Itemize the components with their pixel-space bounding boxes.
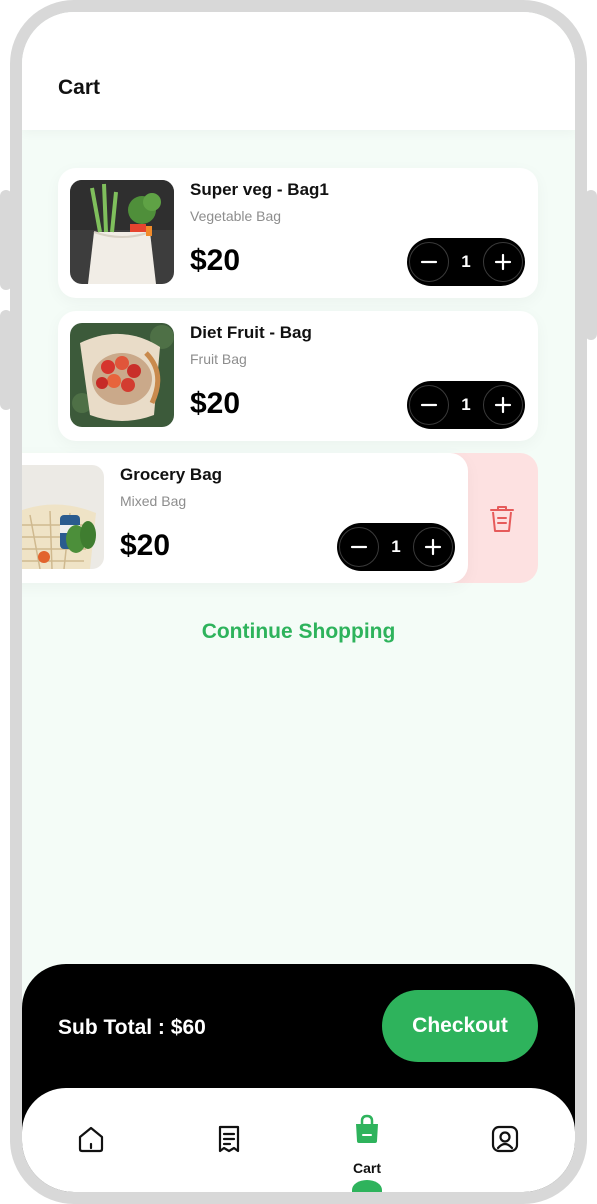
app-header: Cart xyxy=(22,12,575,130)
plus-icon xyxy=(424,538,442,556)
quantity-value: 1 xyxy=(461,395,471,414)
item-subtitle: Fruit Bag xyxy=(190,351,247,367)
continue-shopping-link[interactable]: Continue Shopping xyxy=(22,620,575,644)
increase-quantity-button[interactable] xyxy=(483,385,523,425)
plus-icon xyxy=(494,396,512,414)
minus-icon xyxy=(420,403,438,407)
nav-item-profile[interactable] xyxy=(436,1088,574,1192)
checkout-button[interactable]: Checkout xyxy=(382,990,538,1062)
trash-icon[interactable] xyxy=(488,504,516,534)
decrease-quantity-button[interactable] xyxy=(339,527,379,567)
grocery-bag-image xyxy=(22,465,104,569)
item-name: Diet Fruit - Bag xyxy=(190,323,312,342)
cart-item-card[interactable]: Diet Fruit - Bag Fruit Bag $20 1 xyxy=(58,311,538,441)
quantity-value: 1 xyxy=(391,537,401,556)
app-screen: Cart Super veg - Bag1 Vegetable Bag $20 xyxy=(22,12,575,1192)
item-name: Super veg - Bag1 xyxy=(190,180,329,199)
item-price: $20 xyxy=(190,244,241,277)
quantity-stepper[interactable]: 1 xyxy=(407,238,525,286)
cart-item-card[interactable]: Grocery Bag Mixed Bag $20 1 xyxy=(22,453,468,583)
cart-item-card[interactable]: Super veg - Bag1 Vegetable Bag $20 1 xyxy=(58,168,538,298)
minus-icon xyxy=(420,260,438,264)
increase-quantity-button[interactable] xyxy=(483,242,523,282)
decrease-quantity-button[interactable] xyxy=(409,385,449,425)
item-price: $20 xyxy=(120,529,171,562)
fruit-bag-image xyxy=(70,323,174,427)
shopping-bag-icon xyxy=(356,1114,378,1143)
vegetable-bag-image xyxy=(70,180,174,284)
page-title: Cart xyxy=(58,76,101,99)
quantity-value: 1 xyxy=(461,252,471,271)
item-price: $20 xyxy=(190,387,241,420)
plus-icon xyxy=(494,253,512,271)
minus-icon xyxy=(350,545,368,549)
item-name: Grocery Bag xyxy=(120,465,223,484)
nav-item-orders[interactable] xyxy=(160,1088,298,1192)
quantity-stepper[interactable]: 1 xyxy=(337,523,455,571)
bottom-navigation: Cart xyxy=(22,1088,575,1192)
quantity-stepper[interactable]: 1 xyxy=(407,381,525,429)
item-subtitle: Vegetable Bag xyxy=(190,208,282,224)
receipt-icon xyxy=(218,1125,240,1153)
item-subtitle: Mixed Bag xyxy=(120,493,187,509)
decrease-quantity-button[interactable] xyxy=(409,242,449,282)
subtotal-label: Sub Total : $60 xyxy=(58,1016,206,1039)
nav-item-cart[interactable]: Cart xyxy=(298,1088,436,1192)
home-icon xyxy=(78,1126,104,1153)
nav-label-cart: Cart xyxy=(352,1160,381,1176)
profile-icon xyxy=(491,1125,519,1153)
increase-quantity-button[interactable] xyxy=(413,527,453,567)
nav-item-home[interactable] xyxy=(22,1088,160,1192)
